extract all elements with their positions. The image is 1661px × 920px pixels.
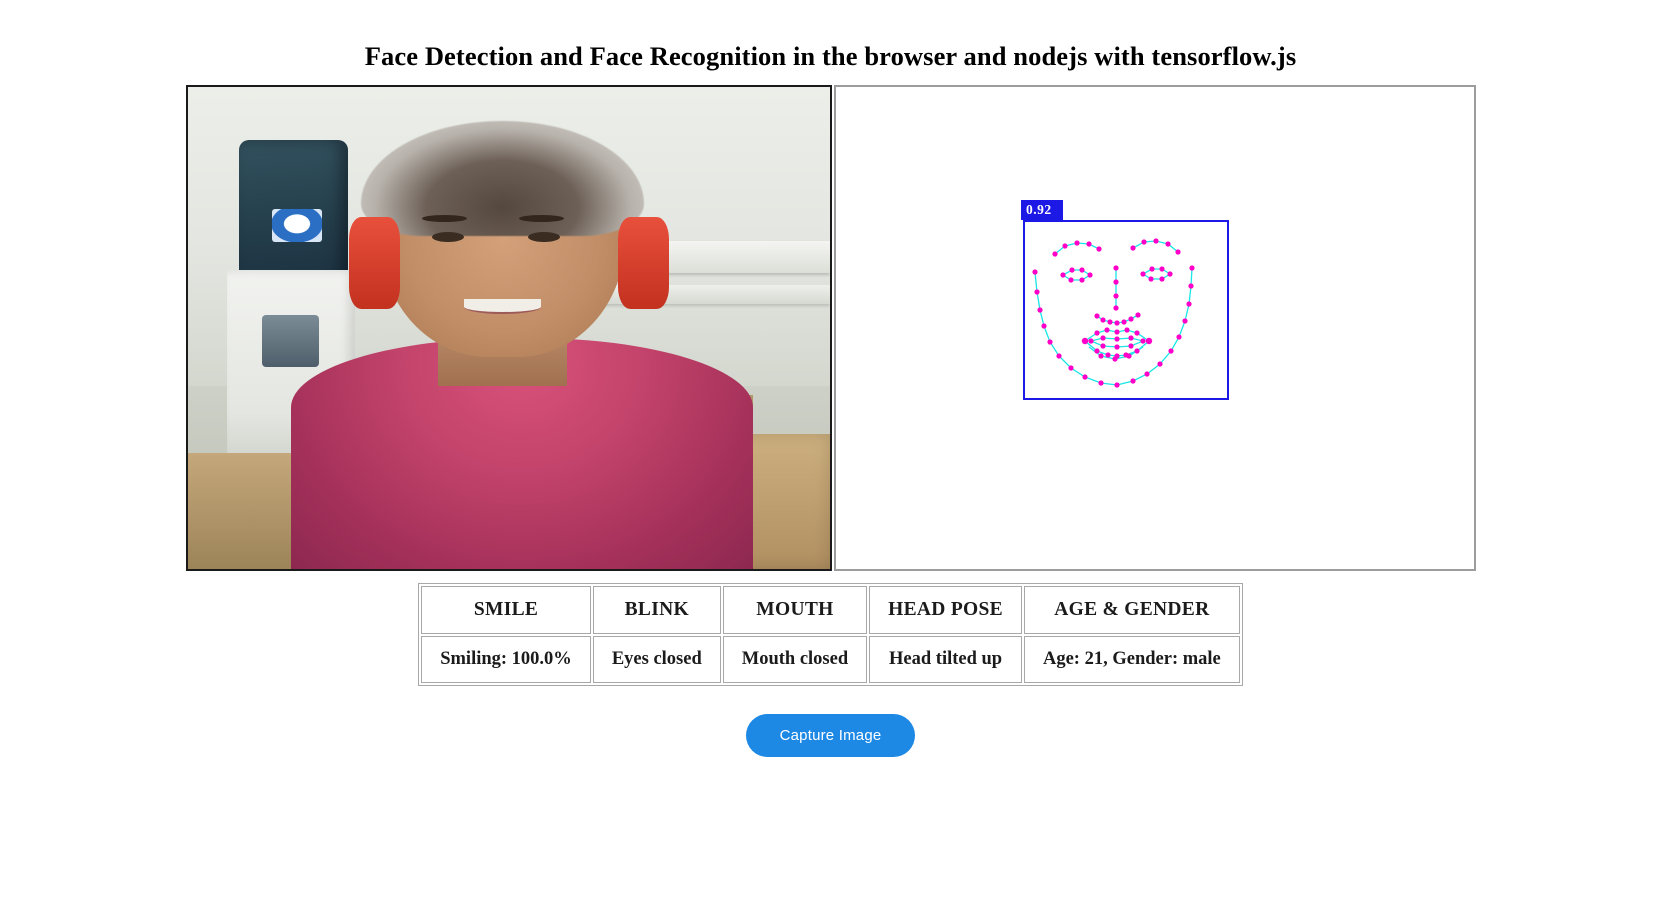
scene-eye-right	[528, 231, 561, 242]
results-table-container: SMILE BLINK MOUTH HEAD POSE AGE & GENDER…	[0, 583, 1661, 686]
face-detection-canvas[interactable]: 0.92	[834, 85, 1476, 571]
face-landmarks-svg	[1032, 238, 1195, 388]
detection-score-badge: 0.92	[1021, 200, 1063, 220]
scene-headphone-left	[348, 217, 400, 309]
scene-eye-left	[431, 231, 465, 242]
table-value-row: Smiling: 100.0% Eyes closed Mouth closed…	[421, 636, 1240, 683]
webcam-scene	[188, 87, 830, 569]
table-header-row: SMILE BLINK MOUTH HEAD POSE AGE & GENDER	[421, 586, 1240, 634]
app-root: Face Detection and Face Recognition in t…	[0, 0, 1661, 920]
webcam-video-feed[interactable]	[186, 85, 832, 571]
column-header-smile: SMILE	[421, 586, 591, 634]
scene-headphone-right	[618, 217, 670, 309]
value-smile: Smiling: 100.0%	[421, 636, 591, 683]
face-attributes-table: SMILE BLINK MOUTH HEAD POSE AGE & GENDER…	[418, 583, 1243, 686]
value-head-pose: Head tilted up	[869, 636, 1022, 683]
value-mouth: Mouth closed	[722, 636, 868, 683]
value-age-gender: Age: 21, Gender: male	[1023, 636, 1240, 683]
column-header-mouth: MOUTH	[722, 586, 868, 634]
scene-eyebrow-right	[518, 214, 564, 222]
scene-smile-mouth	[464, 299, 542, 314]
capture-image-button[interactable]: Capture Image	[745, 714, 916, 757]
column-header-blink: BLINK	[592, 586, 721, 634]
column-header-head-pose: HEAD POSE	[869, 586, 1022, 634]
column-header-age-gender: AGE & GENDER	[1023, 586, 1240, 634]
capture-button-container: Capture Image	[0, 714, 1661, 757]
scene-eyebrow-left	[422, 214, 468, 222]
value-blink: Eyes closed	[592, 636, 721, 683]
panels-row: 0.92	[186, 85, 1476, 571]
scene-water-gallon	[239, 140, 349, 290]
page-title: Face Detection and Face Recognition in t…	[364, 40, 1297, 71]
face-detection-overlay: 0.92	[1021, 200, 1229, 400]
scene-water-brand-label	[272, 208, 323, 242]
